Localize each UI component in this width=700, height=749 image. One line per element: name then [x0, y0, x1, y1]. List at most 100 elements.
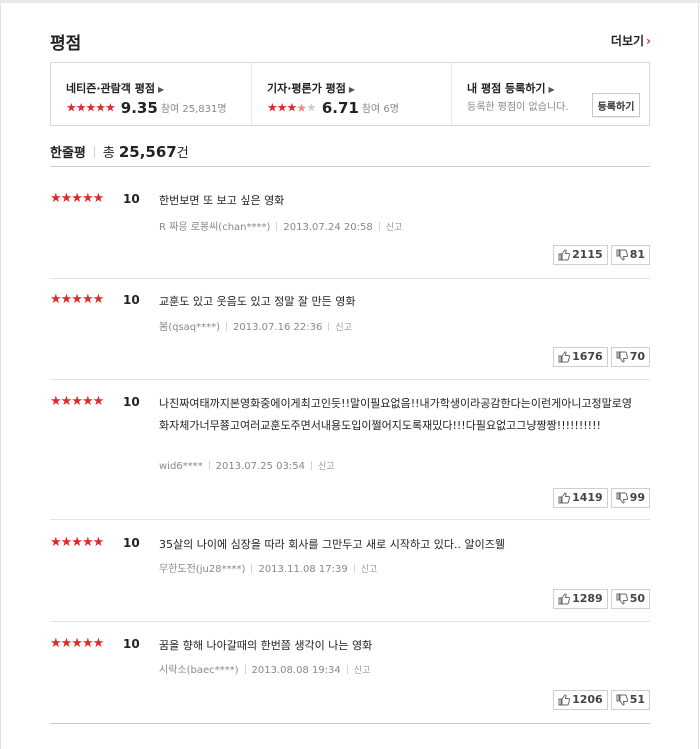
comments-title: 한줄평 — [50, 146, 86, 161]
report-link[interactable]: 신고 — [318, 462, 335, 472]
meta-separator — [276, 222, 278, 231]
review-score: 10 — [123, 536, 140, 550]
review-stars: ★★★★★ — [50, 636, 104, 651]
thumbs-up-icon — [558, 694, 571, 706]
dislike-button[interactable]: 99 — [610, 488, 650, 508]
list-bottom-divider — [50, 723, 650, 724]
review-text: 나진짜여태까지본영화중에이게최고인듯!!말이필요없음!!내가학생이라공감한다는이… — [159, 397, 633, 432]
thumbs-down-icon — [616, 249, 628, 261]
like-button[interactable]: 1289 — [553, 589, 608, 609]
my-rating-label[interactable]: 내 평점 등록하기 — [467, 82, 546, 95]
dislike-button[interactable]: 70 — [610, 347, 650, 367]
review-stars: ★★★★★ — [50, 394, 104, 409]
rating-summary-box: 네티즌·관람객 평점 ▶ ★★★★★ 9.35 참여 25,831명 기자·평론가 평… — [50, 62, 650, 126]
thumbs-up-icon — [558, 492, 571, 504]
review-meta: R 짜응 로봉씨(chan****) 2013.07.24 20:58 신고 — [159, 218, 402, 233]
review-text: 교훈도 있고 웃음도 있고 정말 잘 만든 영화 — [159, 295, 356, 308]
like-button[interactable]: 2115 — [553, 245, 608, 265]
more-link-label[interactable]: 더보기 — [611, 34, 644, 48]
critic-rating-label[interactable]: 기자·평론가 평점 — [267, 82, 346, 95]
more-link[interactable]: 더보기 › — [611, 32, 651, 49]
netizen-rating-row: ★★★★★ 9.35 참여 25,831명 — [66, 97, 227, 117]
review-meta: 무한도전(ju28****) 2013.11.08 17:39 신고 — [159, 560, 377, 575]
count-unit: 건 — [176, 146, 189, 161]
netizen-rating-label[interactable]: 네티즌·관람객 평점 — [66, 82, 155, 95]
review-date: 2013.07.16 22:36 — [233, 322, 323, 333]
like-button[interactable]: 1206 — [553, 690, 608, 710]
review-divider — [50, 379, 650, 380]
review-text: 35살의 나이에 심장을 따라 회사를 그만두고 새로 시작하고 있다.. 알이… — [159, 538, 505, 551]
review-author[interactable]: wid6**** — [159, 461, 203, 472]
caret-right-icon: ▶ — [157, 85, 165, 94]
critic-rating-cell: 기자·평론가 평점 ▶ ★★★★★ 6.71 참여 6명 — [251, 63, 452, 125]
dislike-button[interactable]: 51 — [610, 690, 650, 710]
dislike-button[interactable]: 50 — [610, 589, 650, 609]
register-rating-button[interactable]: 등록하기 — [592, 93, 640, 117]
review-votes: 1289 50 — [550, 587, 650, 609]
netizen-score: 9.35 — [120, 98, 158, 117]
meta-separator — [251, 564, 253, 573]
thumbs-down-icon — [616, 694, 628, 706]
like-button[interactable]: 1676 — [553, 347, 608, 367]
critic-rating-link[interactable]: 기자·평론가 평점 ▶ — [267, 80, 355, 96]
critic-score: 6.71 — [321, 98, 359, 117]
report-link[interactable]: 신고 — [361, 565, 378, 575]
review-author[interactable]: 시락소(baec****) — [159, 665, 239, 676]
my-rating-empty-text: 등록한 평점이 없습니다. — [467, 102, 569, 113]
comments-count-line: 한줄평 총 25,567건 — [50, 142, 189, 161]
review-divider — [50, 621, 650, 622]
dislike-count: 51 — [629, 693, 645, 706]
review-text: 한번보면 또 보고 싶은 영화 — [159, 194, 285, 207]
frame-right-border — [698, 0, 699, 749]
report-link[interactable]: 신고 — [386, 223, 403, 233]
netizen-stars: ★★★★★ — [66, 100, 116, 115]
report-link[interactable]: 신고 — [335, 323, 352, 333]
header-divider — [50, 166, 650, 167]
frame-left-border — [0, 0, 1, 749]
caret-right-icon: ▶ — [548, 85, 555, 94]
meta-separator — [208, 461, 210, 470]
review-author[interactable]: 봄(qsaq****) — [159, 322, 220, 333]
review-meta: 시락소(baec****) 2013.08.08 19:34 신고 — [159, 661, 370, 676]
meta-separator — [378, 222, 380, 231]
thumbs-up-icon — [558, 593, 571, 605]
netizen-rating-cell: 네티즌·관람객 평점 ▶ ★★★★★ 9.35 참여 25,831명 — [51, 63, 251, 125]
count-prefix: 총 — [102, 146, 115, 161]
like-count: 1289 — [572, 592, 603, 605]
review-votes: 2115 81 — [550, 243, 650, 265]
thumbs-down-icon — [616, 593, 628, 605]
review-votes: 1206 51 — [550, 688, 650, 710]
review-divider — [50, 519, 650, 520]
review-text: 꿈을 향해 나아갈때의 한번쯤 생각이 나는 영화 — [159, 639, 373, 652]
review-date: 2013.07.25 03:54 — [215, 461, 305, 472]
like-count: 1419 — [572, 491, 603, 504]
critic-participants: 참여 6명 — [361, 104, 399, 115]
review-author[interactable]: 무한도전(ju28****) — [159, 564, 245, 575]
review-divider — [50, 278, 650, 279]
section-title: 평점 — [50, 34, 82, 54]
chevron-right-icon: › — [646, 34, 651, 48]
netizen-participants: 참여 25,831명 — [160, 104, 227, 115]
critic-rating-row: ★★★★★ 6.71 참여 6명 — [267, 97, 399, 117]
critic-stars: ★★★★★ — [267, 100, 317, 115]
review-author[interactable]: R 짜응 로봉씨(chan****) — [159, 222, 270, 233]
my-rating-link[interactable]: 내 평점 등록하기 ▶ — [467, 80, 555, 96]
frame-top-border — [0, 0, 700, 3]
netizen-rating-link[interactable]: 네티즌·관람객 평점 ▶ — [66, 80, 164, 96]
like-button[interactable]: 1419 — [553, 488, 608, 508]
review-meta: 봄(qsaq****) 2013.07.16 22:36 신고 — [159, 318, 352, 333]
dislike-count: 50 — [629, 592, 645, 605]
count-separator — [93, 146, 95, 158]
review-votes: 1419 99 — [550, 486, 650, 508]
dislike-button[interactable]: 81 — [610, 245, 650, 265]
dislike-count: 99 — [629, 491, 645, 504]
thumbs-up-icon — [558, 249, 571, 261]
my-rating-cell: 내 평점 등록하기 ▶ 등록한 평점이 없습니다. 등록하기 — [451, 63, 650, 125]
dislike-count: 81 — [629, 248, 645, 261]
review-score: 10 — [123, 192, 140, 206]
review-score: 10 — [123, 395, 140, 409]
review-stars: ★★★★★ — [50, 191, 104, 206]
meta-separator — [346, 665, 348, 674]
report-link[interactable]: 신고 — [354, 666, 371, 676]
review-date: 2013.11.08 17:39 — [258, 564, 348, 575]
